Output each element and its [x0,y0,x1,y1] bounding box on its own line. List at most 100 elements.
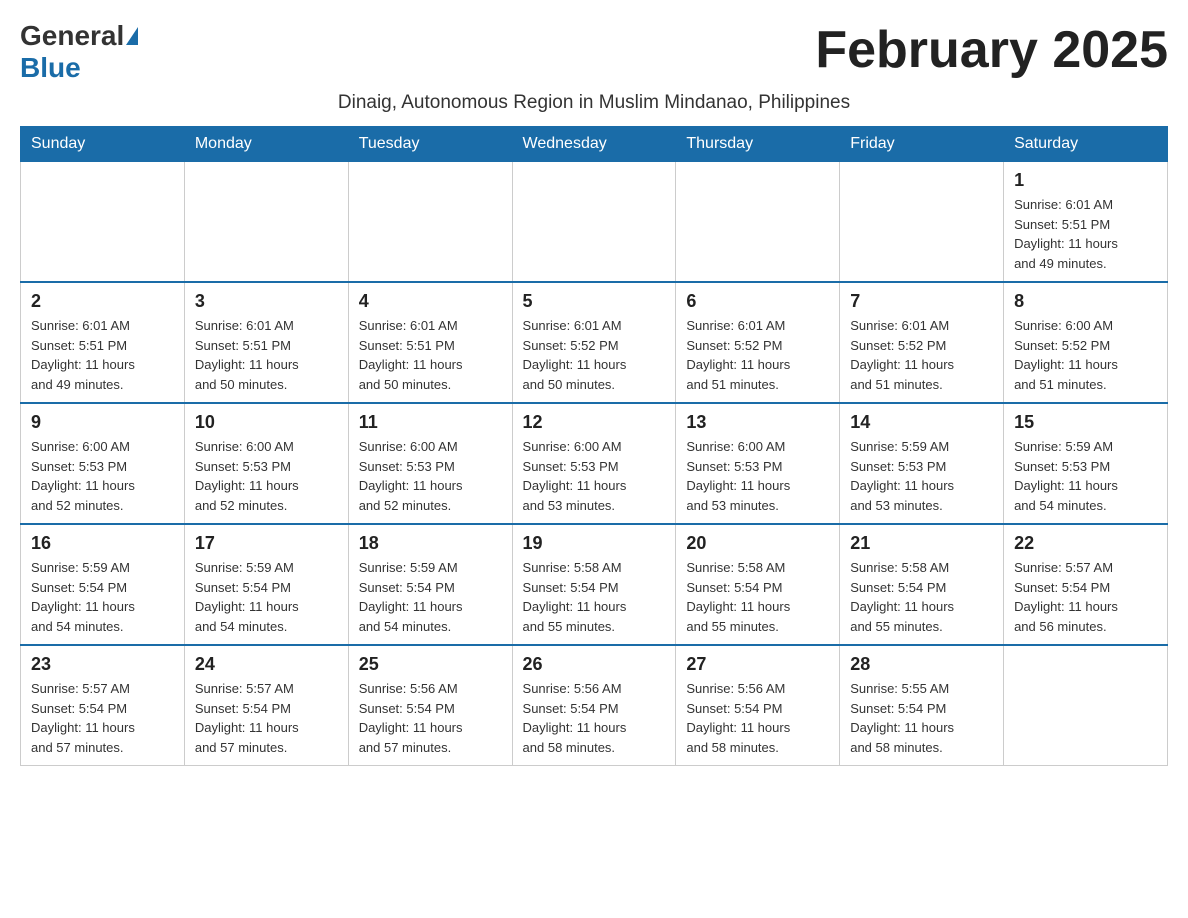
calendar-cell: 13Sunrise: 6:00 AM Sunset: 5:53 PM Dayli… [676,403,840,524]
cell-day-info: Sunrise: 6:00 AM Sunset: 5:52 PM Dayligh… [1014,316,1157,394]
calendar-cell [512,162,676,283]
cell-day-info: Sunrise: 5:59 AM Sunset: 5:54 PM Dayligh… [31,558,174,636]
calendar-cell [348,162,512,283]
calendar-cell: 12Sunrise: 6:00 AM Sunset: 5:53 PM Dayli… [512,403,676,524]
cell-day-number: 21 [850,533,993,554]
calendar-cell: 25Sunrise: 5:56 AM Sunset: 5:54 PM Dayli… [348,645,512,766]
cell-day-number: 18 [359,533,502,554]
cell-day-info: Sunrise: 6:00 AM Sunset: 5:53 PM Dayligh… [31,437,174,515]
cell-day-info: Sunrise: 5:59 AM Sunset: 5:54 PM Dayligh… [195,558,338,636]
cell-day-info: Sunrise: 5:56 AM Sunset: 5:54 PM Dayligh… [359,679,502,757]
cell-day-number: 20 [686,533,829,554]
calendar-cell: 4 Sunrise: 6:01 AM Sunset: 5:51 PM Daylig… [348,282,512,403]
cell-day-info: Sunrise: 6:01 AM Sunset: 5:51 PM Dayligh… [31,316,174,394]
cell-day-info: Sunrise: 5:57 AM Sunset: 5:54 PM Dayligh… [1014,558,1157,636]
cell-day-number: 6 [686,291,829,312]
calendar-cell: 15 Sunrise: 5:59 AM Sunset: 5:53 PM Dayli… [1004,403,1168,524]
cell-day-number: 11 [359,412,502,433]
cell-day-number: 1 [1014,170,1157,191]
calendar-week-row: 9 Sunrise: 6:00 AM Sunset: 5:53 PM Daylig… [21,403,1168,524]
page-header: General Blue February 2025 [20,20,1168,84]
calendar-cell: 17 Sunrise: 5:59 AM Sunset: 5:54 PM Dayli… [184,524,348,645]
cell-day-info: Sunrise: 5:55 AM Sunset: 5:54 PM Dayligh… [850,679,993,757]
calendar-week-row: 1 Sunrise: 6:01 AM Sunset: 5:51 PM Daylig… [21,162,1168,283]
cell-day-info: Sunrise: 6:00 AM Sunset: 5:53 PM Dayligh… [523,437,666,515]
day-header-wednesday: Wednesday [512,127,676,162]
calendar-cell [840,162,1004,283]
cell-day-number: 17 [195,533,338,554]
calendar-cell: 9 Sunrise: 6:00 AM Sunset: 5:53 PM Daylig… [21,403,185,524]
cell-day-number: 19 [523,533,666,554]
cell-day-number: 8 [1014,291,1157,312]
calendar-cell: 7Sunrise: 6:01 AM Sunset: 5:52 PM Daylig… [840,282,1004,403]
logo-general: General [20,20,124,52]
calendar-cell [21,162,185,283]
cell-day-info: Sunrise: 6:00 AM Sunset: 5:53 PM Dayligh… [686,437,829,515]
calendar-cell: 27 Sunrise: 5:56 AM Sunset: 5:54 PM Dayli… [676,645,840,766]
cell-day-number: 26 [523,654,666,675]
day-header-thursday: Thursday [676,127,840,162]
calendar-header-row: SundayMondayTuesdayWednesdayThursdayFrid… [21,127,1168,162]
cell-day-number: 3 [195,291,338,312]
calendar-cell: 26 Sunrise: 5:56 AM Sunset: 5:54 PM Dayli… [512,645,676,766]
cell-day-number: 15 [1014,412,1157,433]
cell-day-info: Sunrise: 5:58 AM Sunset: 5:54 PM Dayligh… [686,558,829,636]
calendar-week-row: 2 Sunrise: 6:01 AM Sunset: 5:51 PM Daylig… [21,282,1168,403]
cell-day-info: Sunrise: 5:57 AM Sunset: 5:54 PM Dayligh… [31,679,174,757]
calendar-cell: 19Sunrise: 5:58 AM Sunset: 5:54 PM Dayli… [512,524,676,645]
day-header-friday: Friday [840,127,1004,162]
cell-day-info: Sunrise: 5:59 AM Sunset: 5:53 PM Dayligh… [1014,437,1157,515]
cell-day-info: Sunrise: 5:56 AM Sunset: 5:54 PM Dayligh… [523,679,666,757]
cell-day-number: 16 [31,533,174,554]
calendar-cell: 18 Sunrise: 5:59 AM Sunset: 5:54 PM Dayli… [348,524,512,645]
month-title: February 2025 [815,20,1168,80]
cell-day-number: 2 [31,291,174,312]
calendar-cell: 22 Sunrise: 5:57 AM Sunset: 5:54 PM Dayli… [1004,524,1168,645]
calendar-cell: 21 Sunrise: 5:58 AM Sunset: 5:54 PM Dayli… [840,524,1004,645]
cell-day-number: 27 [686,654,829,675]
subtitle: Dinaig, Autonomous Region in Muslim Mind… [20,92,1168,114]
calendar-cell: 24 Sunrise: 5:57 AM Sunset: 5:54 PM Dayli… [184,645,348,766]
calendar-cell: 1 Sunrise: 6:01 AM Sunset: 5:51 PM Daylig… [1004,162,1168,283]
calendar-cell [1004,645,1168,766]
calendar-cell: 2 Sunrise: 6:01 AM Sunset: 5:51 PM Daylig… [21,282,185,403]
calendar-table: SundayMondayTuesdayWednesdayThursdayFrid… [20,126,1168,766]
cell-day-info: Sunrise: 6:01 AM Sunset: 5:52 PM Dayligh… [850,316,993,394]
cell-day-info: Sunrise: 6:01 AM Sunset: 5:51 PM Dayligh… [359,316,502,394]
calendar-cell: 3 Sunrise: 6:01 AM Sunset: 5:51 PM Daylig… [184,282,348,403]
day-header-monday: Monday [184,127,348,162]
cell-day-info: Sunrise: 5:58 AM Sunset: 5:54 PM Dayligh… [850,558,993,636]
cell-day-info: Sunrise: 6:01 AM Sunset: 5:51 PM Dayligh… [1014,195,1157,273]
logo-triangle-icon [126,27,138,45]
cell-day-number: 5 [523,291,666,312]
calendar-cell [676,162,840,283]
cell-day-info: Sunrise: 6:00 AM Sunset: 5:53 PM Dayligh… [359,437,502,515]
calendar-cell: 14Sunrise: 5:59 AM Sunset: 5:53 PM Dayli… [840,403,1004,524]
cell-day-info: Sunrise: 5:59 AM Sunset: 5:54 PM Dayligh… [359,558,502,636]
cell-day-number: 9 [31,412,174,433]
day-header-saturday: Saturday [1004,127,1168,162]
cell-day-number: 22 [1014,533,1157,554]
calendar-cell: 10Sunrise: 6:00 AM Sunset: 5:53 PM Dayli… [184,403,348,524]
calendar-cell: 5 Sunrise: 6:01 AM Sunset: 5:52 PM Daylig… [512,282,676,403]
calendar-cell: 23Sunrise: 5:57 AM Sunset: 5:54 PM Dayli… [21,645,185,766]
calendar-cell: 6Sunrise: 6:01 AM Sunset: 5:52 PM Daylig… [676,282,840,403]
cell-day-number: 28 [850,654,993,675]
calendar-week-row: 23Sunrise: 5:57 AM Sunset: 5:54 PM Dayli… [21,645,1168,766]
cell-day-info: Sunrise: 5:56 AM Sunset: 5:54 PM Dayligh… [686,679,829,757]
calendar-cell: 28 Sunrise: 5:55 AM Sunset: 5:54 PM Dayli… [840,645,1004,766]
cell-day-number: 14 [850,412,993,433]
calendar-cell: 8 Sunrise: 6:00 AM Sunset: 5:52 PM Daylig… [1004,282,1168,403]
day-header-sunday: Sunday [21,127,185,162]
calendar-cell [184,162,348,283]
logo-blue: Blue [20,52,81,83]
cell-day-info: Sunrise: 6:01 AM Sunset: 5:52 PM Dayligh… [523,316,666,394]
calendar-cell: 16 Sunrise: 5:59 AM Sunset: 5:54 PM Dayli… [21,524,185,645]
cell-day-info: Sunrise: 5:57 AM Sunset: 5:54 PM Dayligh… [195,679,338,757]
logo: General Blue [20,20,138,84]
calendar-cell: 20 Sunrise: 5:58 AM Sunset: 5:54 PM Dayli… [676,524,840,645]
cell-day-number: 24 [195,654,338,675]
cell-day-number: 4 [359,291,502,312]
calendar-week-row: 16 Sunrise: 5:59 AM Sunset: 5:54 PM Dayli… [21,524,1168,645]
cell-day-info: Sunrise: 6:01 AM Sunset: 5:51 PM Dayligh… [195,316,338,394]
